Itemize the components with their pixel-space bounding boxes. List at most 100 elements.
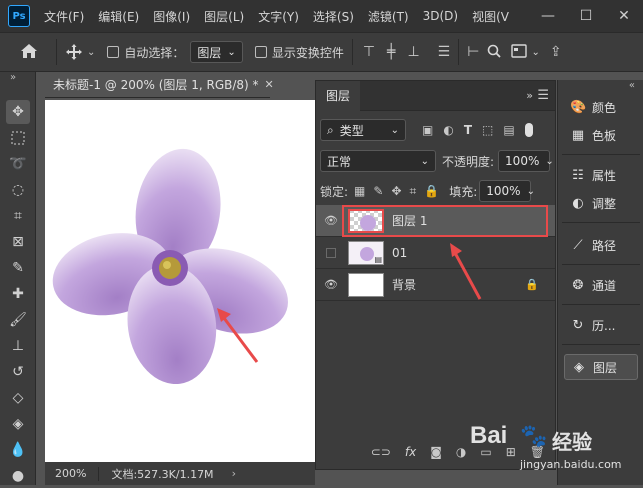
menu-3d[interactable]: 3D(D): [423, 9, 458, 23]
dock-item-label: 路径: [592, 238, 617, 253]
paint-bucket-tool-icon[interactable]: ◈: [6, 412, 30, 436]
blur-tool-icon[interactable]: 💧: [6, 438, 30, 462]
watermark-url: jingyan.baidu.com: [520, 458, 622, 471]
fill-input[interactable]: 100% ⌄: [479, 180, 535, 202]
expand-icon[interactable]: »: [10, 72, 16, 83]
link-icon[interactable]: ⊂⊃: [371, 445, 391, 459]
filter-type-icon[interactable]: T: [464, 123, 472, 137]
window-controls: — ☐ ✕: [529, 0, 643, 32]
close-icon[interactable]: ✕: [265, 78, 274, 91]
eye-icon[interactable]: 👁: [320, 205, 342, 237]
chevron-down-icon: ⌄: [227, 46, 236, 58]
mask-icon[interactable]: ◙: [430, 445, 442, 459]
menu-image[interactable]: 图像(I): [153, 8, 190, 25]
panel-menu-icon[interactable]: ☰: [537, 88, 549, 103]
opacity-input[interactable]: 100% ⌄: [498, 150, 554, 172]
tools-panel: » ✥ ➰ ◌ ⌗ ⊠ ✎ ✚ 🖌 ⊥ ↺ ◇ ◈ 💧 ●: [0, 72, 36, 485]
filter-kind-value: 类型: [339, 123, 364, 138]
brush-tool-icon[interactable]: 🖌: [6, 308, 30, 332]
dodge-tool-icon[interactable]: ●: [6, 464, 30, 488]
show-transform-checkbox[interactable]: [254, 46, 267, 58]
eraser-tool-icon[interactable]: ◇: [6, 386, 30, 410]
blend-mode-value: 正常: [327, 154, 352, 169]
dock-item-properties[interactable]: ☷ 属性: [564, 162, 638, 188]
align-bottom-icon[interactable]: ⊥: [407, 44, 419, 60]
share-icon[interactable]: ⇪: [550, 44, 562, 60]
menu-file[interactable]: 文件(F): [44, 8, 84, 25]
dock-item-swatches[interactable]: ▦ 色板: [564, 122, 638, 148]
workspace-icon[interactable]: [511, 43, 528, 61]
search-icon[interactable]: [487, 44, 502, 61]
lock-artboard-icon[interactable]: ⌗: [410, 184, 417, 199]
menu-filter[interactable]: 滤镜(T): [368, 8, 409, 25]
menu-layer[interactable]: 图层(L): [204, 8, 244, 25]
healing-brush-tool-icon[interactable]: ✚: [6, 282, 30, 306]
zoom-level[interactable]: 200%: [55, 467, 86, 480]
dock-item-color[interactable]: 🎨 颜色: [564, 94, 638, 120]
chevron-down-icon[interactable]: ⌄: [531, 47, 539, 58]
filter-adjustment-icon[interactable]: ◐: [443, 123, 453, 137]
dock-item-history[interactable]: ↻ 历...: [564, 312, 638, 338]
crop-tool-icon[interactable]: ⌗: [6, 204, 30, 228]
align-vcenter-icon[interactable]: ╪: [387, 44, 395, 60]
lasso-tool-icon[interactable]: ➰: [6, 152, 30, 176]
collapse-icon[interactable]: »: [526, 89, 533, 102]
adjustment-icon[interactable]: ◑: [456, 445, 466, 459]
document-canvas[interactable]: [45, 100, 315, 462]
menu-edit[interactable]: 编辑(E): [98, 8, 139, 25]
menu-select[interactable]: 选择(S): [313, 8, 354, 25]
dock-item-layers[interactable]: ◈ 图层: [564, 354, 638, 380]
collapse-icon[interactable]: «: [629, 80, 635, 91]
filter-smart-object-icon[interactable]: ▤: [503, 123, 514, 137]
layer-name[interactable]: 背景: [392, 276, 416, 293]
home-icon[interactable]: [20, 43, 38, 62]
eye-icon[interactable]: 👁: [320, 269, 342, 301]
minimize-button[interactable]: —: [529, 0, 567, 32]
eyedropper-tool-icon[interactable]: ✎: [6, 256, 30, 280]
blend-mode-dropdown[interactable]: 正常 ⌄: [320, 150, 436, 172]
lock-position-icon[interactable]: ✥: [391, 184, 401, 198]
move-tool-icon[interactable]: ✥: [6, 100, 30, 124]
frame-tool-icon[interactable]: ⊠: [6, 230, 30, 254]
flower-artwork: [52, 148, 288, 385]
maximize-button[interactable]: ☐: [567, 0, 605, 32]
auto-select-checkbox[interactable]: [107, 46, 120, 58]
stamp-tool-icon[interactable]: ⊥: [6, 334, 30, 358]
layer-thumbnail: ▤: [348, 240, 384, 265]
menu-view[interactable]: 视图(V: [472, 8, 509, 25]
fx-icon[interactable]: fx: [405, 445, 416, 459]
quick-select-tool-icon[interactable]: ◌: [6, 178, 30, 202]
opacity-value: 100%: [505, 154, 540, 168]
close-button[interactable]: ✕: [605, 0, 643, 32]
menu-type[interactable]: 文字(Y): [258, 8, 299, 25]
filter-shape-icon[interactable]: ⬚: [482, 123, 493, 137]
auto-select-dropdown[interactable]: 图层 ⌄: [190, 41, 243, 63]
dock-item-paths[interactable]: ⟋ 路径: [564, 232, 638, 258]
blend-opacity-row: 正常 ⌄ 不透明度: 100% ⌄: [316, 149, 555, 173]
filter-toggle-icon[interactable]: [524, 123, 533, 137]
align-left-icon[interactable]: ⊢: [467, 44, 479, 60]
marquee-tool-icon[interactable]: [6, 126, 30, 150]
dock-item-adjustments[interactable]: ◐ 调整: [564, 190, 638, 216]
dock-item-label: 通道: [592, 278, 617, 293]
filter-pixel-icon[interactable]: ▣: [422, 123, 433, 137]
distribute-icon[interactable]: ☰: [438, 44, 451, 60]
move-tool-icon[interactable]: ⌄: [65, 43, 95, 61]
chevron-down-icon: ⌄: [526, 185, 535, 197]
filter-kind-dropdown[interactable]: ⌕ 类型 ⌄: [320, 119, 406, 141]
lock-pixels-icon[interactable]: ✎: [373, 184, 383, 198]
dock-item-channels[interactable]: ❂ 通道: [564, 272, 638, 298]
fill-label: 填充:: [449, 184, 478, 199]
document-tab[interactable]: 未标题-1 @ 200% (图层 1, RGB/8) * ✕: [45, 72, 274, 98]
tab-layers[interactable]: 图层: [316, 80, 361, 111]
dock-item-label: 图层: [593, 360, 618, 375]
visibility-toggle[interactable]: [320, 237, 342, 269]
lock-transparency-icon[interactable]: ▦: [354, 184, 365, 198]
adjustments-icon: ◐: [572, 195, 584, 211]
lock-all-icon[interactable]: 🔒: [424, 184, 439, 198]
dock-item-label: 属性: [592, 168, 617, 183]
align-top-icon[interactable]: ⊤: [363, 44, 375, 60]
history-brush-tool-icon[interactable]: ↺: [6, 360, 30, 384]
chevron-right-icon[interactable]: ›: [232, 467, 236, 480]
layer-name[interactable]: 01: [392, 246, 407, 260]
